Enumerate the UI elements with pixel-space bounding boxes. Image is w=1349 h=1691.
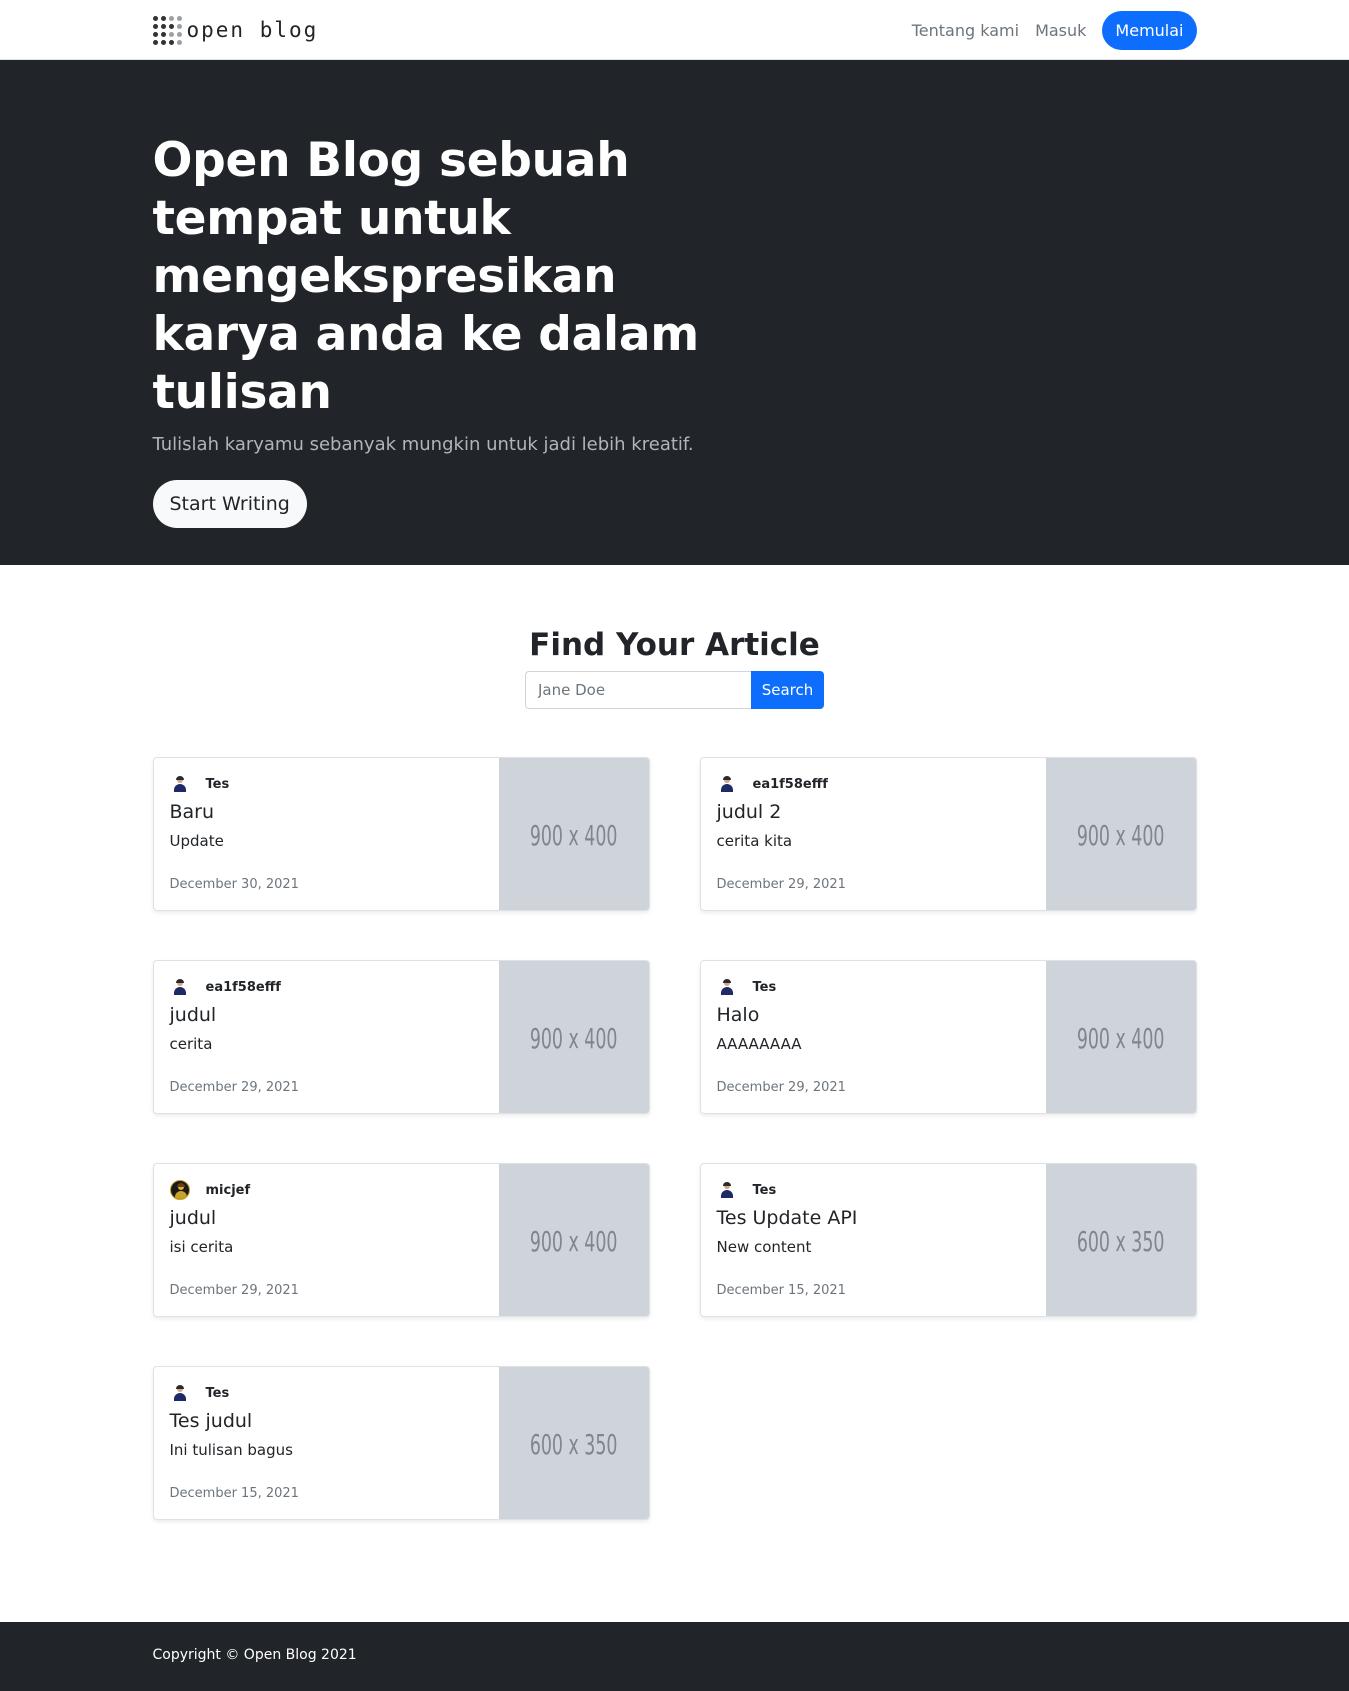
- article-author: Tes: [169, 1383, 484, 1403]
- article-date: December 29, 2021: [716, 1080, 846, 1095]
- brand-name: open blog: [186, 18, 319, 42]
- article-excerpt: cerita: [169, 1035, 213, 1053]
- search-section: Find Your Article Search: [0, 565, 1349, 709]
- article-image-placeholder: 900 x 400: [1046, 758, 1196, 910]
- navbar: open blog Tentang kami Masuk Memulai: [0, 0, 1349, 60]
- article-card-body: micjef judul isi cerita December 29, 202…: [154, 1164, 500, 1316]
- article-excerpt: Ini tulisan bagus: [169, 1441, 293, 1459]
- image-size-label: 600 x 350: [1077, 1224, 1165, 1258]
- hero-title: Open Blog sebuah tempat untuk mengekspre…: [152, 133, 700, 420]
- article-author: ea1f58efff: [716, 774, 1031, 794]
- article-date: December 29, 2021: [169, 1080, 299, 1095]
- article-image-placeholder: 600 x 350: [1046, 1164, 1196, 1316]
- man-avatar-icon: [716, 774, 737, 794]
- navbar-container: open blog Tentang kami Masuk Memulai: [152, 0, 1197, 60]
- article-title[interactable]: Baru: [170, 801, 484, 823]
- man-avatar-icon: [716, 977, 737, 997]
- start-writing-button[interactable]: Start Writing: [152, 480, 307, 528]
- image-size-label: 900 x 400: [1077, 1021, 1165, 1055]
- article-card-body: ea1f58efff judul 2 cerita kita December …: [701, 758, 1047, 910]
- custom-avatar-icon: [169, 1180, 190, 1200]
- article-image-placeholder: 900 x 400: [499, 1164, 649, 1316]
- article-author: ea1f58efff: [169, 977, 484, 997]
- article-card[interactable]: Tes Halo AAAAAAAA December 29, 2021 900 …: [699, 960, 1197, 1114]
- hero-section: Open Blog sebuah tempat untuk mengekspre…: [0, 60, 1349, 565]
- article-date: December 29, 2021: [169, 1283, 299, 1298]
- author-name: ea1f58efff: [205, 979, 281, 995]
- image-size-label: 900 x 400: [530, 1021, 618, 1055]
- article-card[interactable]: Tes Tes Update API New content December …: [699, 1163, 1197, 1317]
- author-name: Tes: [205, 1385, 230, 1401]
- article-card[interactable]: Tes Baru Update December 30, 2021 900 x …: [152, 757, 650, 911]
- article-card[interactable]: micjef judul isi cerita December 29, 202…: [152, 1163, 650, 1317]
- article-image-placeholder: 600 x 350: [499, 1367, 649, 1519]
- image-size-label: 900 x 400: [530, 1224, 618, 1258]
- article-title[interactable]: Tes Update API: [717, 1207, 1031, 1229]
- article-image-placeholder: 900 x 400: [499, 961, 649, 1113]
- footer: Copyright © Open Blog 2021: [0, 1622, 1349, 1691]
- article-title[interactable]: judul: [170, 1207, 484, 1229]
- article-card-body: Tes Tes judul Ini tulisan bagus December…: [154, 1367, 500, 1519]
- logo-dots-icon: [152, 15, 185, 45]
- article-title[interactable]: Halo: [717, 1004, 1031, 1026]
- article-excerpt: Update: [169, 832, 224, 850]
- article-title[interactable]: judul: [170, 1004, 484, 1026]
- image-size-label: 900 x 400: [530, 818, 618, 852]
- image-size-label: 900 x 400: [1077, 818, 1165, 852]
- article-card[interactable]: ea1f58efff judul cerita December 29, 202…: [152, 960, 650, 1114]
- article-date: December 30, 2021: [169, 877, 299, 892]
- article-card-body: ea1f58efff judul cerita December 29, 202…: [154, 961, 500, 1113]
- article-card-body: Tes Baru Update December 30, 2021: [154, 758, 500, 910]
- article-excerpt: New content: [716, 1238, 812, 1256]
- article-image-placeholder: 900 x 400: [1046, 961, 1196, 1113]
- search-button[interactable]: Search: [751, 671, 824, 709]
- article-author: Tes: [169, 774, 484, 794]
- search-form: Search: [525, 671, 824, 709]
- article-image-placeholder: 900 x 400: [499, 758, 649, 910]
- image-size-label: 600 x 350: [530, 1427, 618, 1461]
- article-date: December 15, 2021: [169, 1486, 299, 1501]
- nav-links: Tentang kami Masuk Memulai: [912, 10, 1197, 50]
- article-date: December 29, 2021: [716, 877, 846, 892]
- search-input[interactable]: [525, 671, 751, 709]
- nav-link-login[interactable]: Masuk: [1035, 21, 1086, 40]
- author-name: Tes: [205, 776, 230, 792]
- article-grid: Tes Baru Update December 30, 2021 900 x …: [152, 757, 1197, 1520]
- article-title[interactable]: Tes judul: [170, 1410, 484, 1432]
- article-card[interactable]: Tes Tes judul Ini tulisan bagus December…: [152, 1366, 650, 1520]
- article-author: micjef: [169, 1180, 484, 1200]
- article-excerpt: AAAAAAAA: [716, 1035, 802, 1053]
- hero-lead: Tulislah karyamu sebanyak mungkin untuk …: [152, 434, 694, 455]
- man-avatar-icon: [169, 977, 190, 997]
- article-card[interactable]: ea1f58efff judul 2 cerita kita December …: [699, 757, 1197, 911]
- article-date: December 15, 2021: [716, 1283, 846, 1298]
- man-avatar-icon: [169, 774, 190, 794]
- article-author: Tes: [716, 1180, 1031, 1200]
- article-author: Tes: [716, 977, 1031, 997]
- article-card-body: Tes Halo AAAAAAAA December 29, 2021: [701, 961, 1047, 1113]
- article-excerpt: cerita kita: [716, 832, 793, 850]
- author-name: ea1f58efff: [752, 776, 828, 792]
- hero-container: Open Blog sebuah tempat untuk mengekspre…: [152, 60, 1197, 528]
- man-avatar-icon: [716, 1180, 737, 1200]
- article-excerpt: isi cerita: [169, 1238, 234, 1256]
- author-name: Tes: [752, 979, 777, 995]
- get-started-button[interactable]: Memulai: [1102, 10, 1197, 50]
- author-name: micjef: [205, 1182, 251, 1198]
- footer-container: Copyright © Open Blog 2021: [153, 1622, 1197, 1663]
- article-title[interactable]: judul 2: [717, 801, 1031, 823]
- article-card-body: Tes Tes Update API New content December …: [701, 1164, 1047, 1316]
- man-avatar-icon: [169, 1383, 190, 1403]
- search-title: Find Your Article: [529, 627, 820, 663]
- copyright-text: Copyright © Open Blog 2021: [152, 1647, 357, 1663]
- author-name: Tes: [752, 1182, 777, 1198]
- nav-link-about[interactable]: Tentang kami: [912, 21, 1019, 40]
- brand-logo-link[interactable]: open blog: [152, 15, 319, 45]
